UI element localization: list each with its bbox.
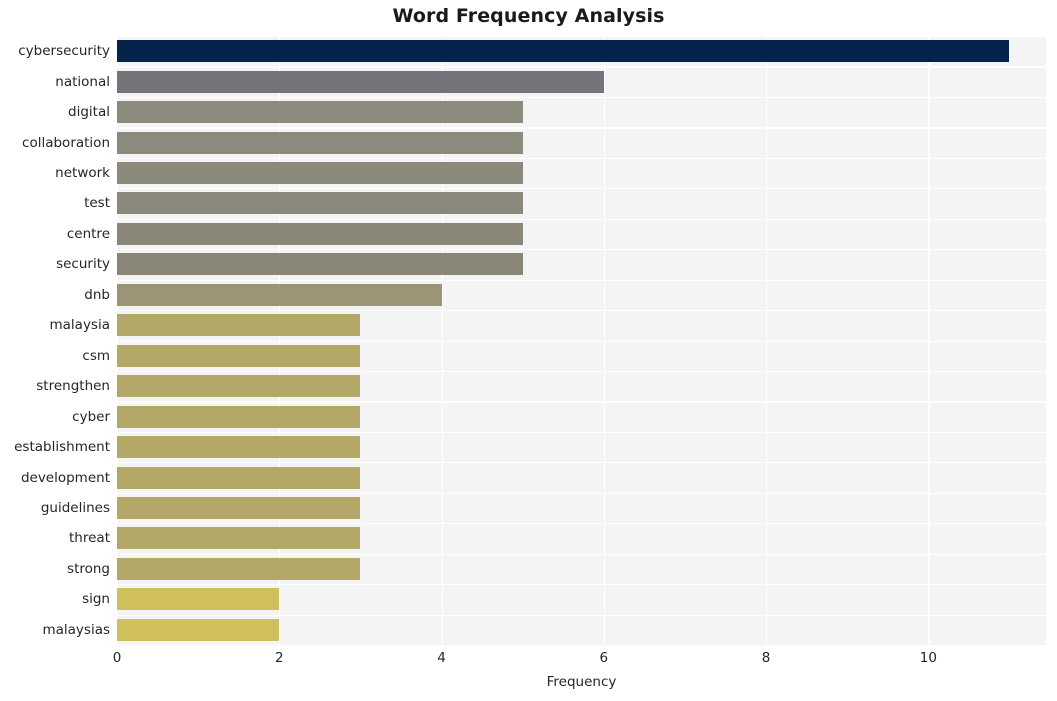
y-tick-label-threat: threat [69, 530, 110, 547]
bar-national[interactable] [117, 70, 604, 93]
y-tick-label-strong: strong [67, 560, 110, 577]
y-tick-label-establishment: establishment [14, 439, 110, 456]
y-tick-label-test: test [84, 195, 110, 212]
y-tick-label-centre: centre [66, 225, 110, 242]
bar-development[interactable] [117, 466, 361, 489]
y-tick-label-security: security [56, 256, 110, 273]
bar-strengthen[interactable] [117, 375, 361, 398]
bar-row[interactable] [117, 219, 1046, 249]
bar-row[interactable] [117, 341, 1046, 371]
y-tick-label-strengthen: strengthen [36, 378, 110, 395]
bar-row[interactable] [117, 36, 1046, 66]
y-tick-label-sign: sign [82, 591, 110, 608]
x-tick-label-4: 4 [437, 650, 446, 666]
x-tick-label-6: 6 [599, 650, 609, 666]
gridline-horizontal [117, 645, 1046, 647]
bar-cyber[interactable] [117, 405, 361, 428]
y-axis-tick-labels: cybersecurity national digital collaboratio… [0, 36, 110, 645]
y-tick-label-cyber: cyber [72, 408, 110, 425]
bar-row[interactable] [117, 97, 1046, 127]
bar-row[interactable] [117, 249, 1046, 279]
bar-row[interactable] [117, 615, 1046, 645]
bar-row[interactable] [117, 523, 1046, 553]
bar-row[interactable] [117, 432, 1046, 462]
y-tick-label-csm: csm [82, 347, 110, 364]
y-tick-label-guidelines: guidelines [40, 499, 110, 516]
bar-guidelines[interactable] [117, 496, 361, 519]
y-tick-label-malaysias: malaysias [42, 621, 110, 638]
y-tick-label-national: national [55, 73, 110, 90]
bar-row[interactable] [117, 158, 1046, 188]
bar-row[interactable] [117, 188, 1046, 218]
bar-row[interactable] [117, 554, 1046, 584]
bar-row[interactable] [117, 401, 1046, 431]
y-tick-label-development: development [20, 469, 110, 486]
y-tick-label-network: network [55, 165, 110, 182]
bar-malaysia[interactable] [117, 314, 361, 337]
bar-security[interactable] [117, 253, 523, 276]
bars-layer [117, 36, 1046, 645]
plot-area [117, 36, 1046, 647]
x-tick-label-8: 8 [761, 650, 771, 666]
x-axis-label: Frequency [546, 674, 617, 690]
bar-row[interactable] [117, 280, 1046, 310]
bar-digital[interactable] [117, 101, 523, 124]
page-title: Word Frequency Analysis [392, 5, 665, 27]
bar-collaboration[interactable] [117, 131, 523, 154]
bar-row[interactable] [117, 584, 1046, 614]
bar-row[interactable] [117, 462, 1046, 492]
bar-row[interactable] [117, 371, 1046, 401]
bar-malaysias[interactable] [117, 618, 280, 641]
bar-dnb[interactable] [117, 283, 442, 306]
bar-row[interactable] [117, 127, 1046, 157]
bar-network[interactable] [117, 162, 523, 185]
y-tick-label-dnb: dnb [84, 286, 110, 303]
y-tick-label-malaysia: malaysia [49, 317, 111, 334]
bar-row[interactable] [117, 493, 1046, 523]
bar-establishment[interactable] [117, 436, 361, 459]
bar-sign[interactable] [117, 588, 280, 611]
x-tick-label-0: 0 [112, 650, 122, 666]
x-tick-label-2: 2 [274, 650, 284, 666]
bar-threat[interactable] [117, 527, 361, 550]
bar-cybersecurity[interactable] [117, 40, 1010, 63]
bar-csm[interactable] [117, 344, 361, 367]
y-tick-label-digital: digital [68, 104, 110, 121]
bar-row[interactable] [117, 310, 1046, 340]
y-tick-label-collaboration: collaboration [22, 134, 110, 151]
x-tick-label-10: 10 [919, 650, 937, 666]
x-axis-tick-labels: 0 2 4 6 8 10 [113, 650, 1046, 672]
bar-centre[interactable] [117, 222, 523, 245]
bar-test[interactable] [117, 192, 523, 215]
bar-row[interactable] [117, 66, 1046, 96]
chart-figure: Word Frequency Analysis cybersecurity nat… [0, 0, 1057, 701]
bar-strong[interactable] [117, 557, 361, 580]
y-tick-label-cybersecurity: cybersecurity [18, 43, 110, 60]
